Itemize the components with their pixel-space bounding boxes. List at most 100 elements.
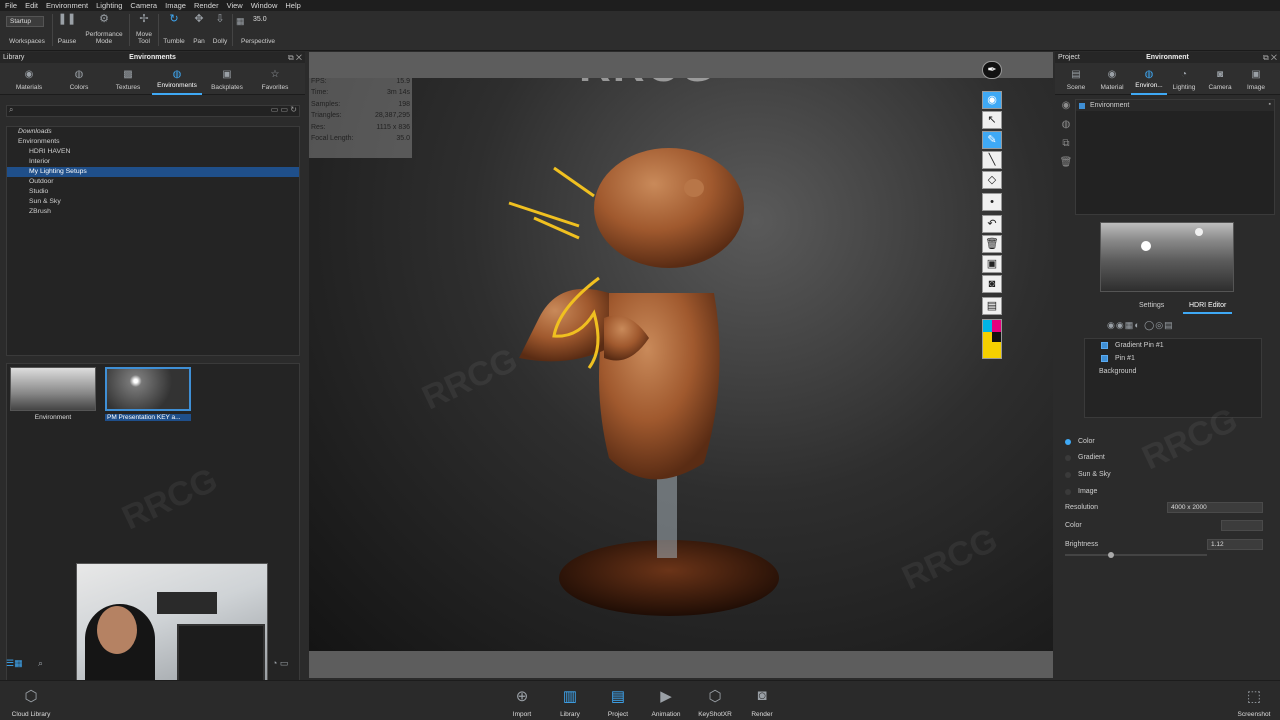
pan-button[interactable]: ✥ Pan	[189, 13, 209, 49]
hdri-pin[interactable]	[1141, 241, 1151, 251]
tab-favorites[interactable]: ☆ Favorites	[254, 63, 296, 95]
library-button[interactable]: ▥ Library	[552, 683, 588, 719]
folder-actions-icon[interactable]: ▭ ▭ ↻	[271, 105, 297, 114]
performance-mode-button[interactable]: ⚙ Performance Mode	[81, 13, 127, 49]
lock-icon[interactable]: ▪	[1269, 101, 1271, 108]
tab-environment[interactable]: ◍ Environ...	[1131, 63, 1167, 95]
menu-view[interactable]: View	[227, 1, 243, 10]
pen-icon[interactable]: ✎	[982, 131, 1002, 149]
menu-lighting[interactable]: Lighting	[96, 1, 122, 10]
undo-icon[interactable]: ↶	[982, 215, 1002, 233]
render-button[interactable]: ◙ Render	[744, 683, 780, 719]
color-swatch-field[interactable]	[1221, 520, 1263, 531]
tab-camera[interactable]: ◙ Camera	[1205, 63, 1235, 95]
delete-icon[interactable]: 🗑	[1059, 157, 1073, 176]
tree-item-interior[interactable]: Interior	[7, 157, 299, 167]
subtab-settings[interactable]: Settings	[1133, 300, 1170, 314]
brightness-slider-handle[interactable]	[1107, 552, 1114, 558]
checkbox-icon[interactable]	[1101, 355, 1108, 362]
color-palette-icon[interactable]	[982, 319, 1002, 359]
bg-option-image[interactable]: Image	[1065, 486, 1097, 498]
pin-row-gradient[interactable]: Gradient Pin #1	[1085, 339, 1261, 352]
resolution-field[interactable]: 4000 x 2000	[1167, 502, 1263, 513]
hdri-preview[interactable]	[1100, 222, 1234, 292]
tree-item-my-lighting-setups[interactable]: My Lighting Setups	[7, 167, 299, 177]
zoom-icon[interactable]: ⌕	[38, 658, 43, 669]
camera-icon[interactable]: ◙	[982, 275, 1002, 293]
move-tool-button[interactable]: ✢ Move Tool	[131, 13, 157, 49]
pin-row-pin1[interactable]: Pin #1	[1085, 352, 1261, 365]
upload-icon[interactable]: ◔ ▭	[272, 658, 288, 669]
menu-image[interactable]: Image	[165, 1, 186, 10]
tab-environments[interactable]: ◍ Environments	[152, 63, 202, 95]
import-button[interactable]: ⊕ Import	[504, 683, 540, 719]
menu-window[interactable]: Window	[251, 1, 278, 10]
hdri-gradient-pin[interactable]	[1195, 228, 1203, 236]
line-icon[interactable]: ╲	[982, 151, 1002, 169]
stat-resolution: Res: 1115 x 836	[311, 123, 410, 131]
tree-item-sun-sky[interactable]: Sun & Sky	[7, 197, 299, 207]
bg-option-gradient[interactable]: Gradient	[1065, 452, 1105, 464]
panel-close-icon[interactable]: ⧉ ✕	[288, 52, 302, 63]
pause-button[interactable]: ❚❚ Pause	[54, 13, 80, 49]
tree-item-downloads[interactable]: Downloads	[7, 127, 299, 137]
brightness-field[interactable]: 1.12	[1207, 539, 1263, 550]
bg-option-color[interactable]: Color	[1065, 436, 1095, 448]
screenshot-button[interactable]: ⬚ Screenshot	[1232, 683, 1276, 719]
tab-textures[interactable]: ▩ Textures	[106, 63, 150, 95]
tab-lighting[interactable]: ◔ Lighting	[1169, 63, 1199, 95]
tab-materials[interactable]: ◉ Materials	[8, 63, 50, 95]
tree-item-hdri-haven[interactable]: HDRI HAVEN	[7, 147, 299, 157]
cloud-library-button[interactable]: ⬡ Cloud Library	[8, 683, 54, 719]
tab-image[interactable]: ▣ Image	[1241, 63, 1271, 95]
checkbox-icon[interactable]	[1101, 342, 1108, 349]
menu-help[interactable]: Help	[285, 1, 300, 10]
duplicate-icon[interactable]: ⧉	[1059, 138, 1073, 157]
tree-item-zbrush[interactable]: ZBrush	[7, 207, 299, 217]
menu-edit[interactable]: Edit	[25, 1, 38, 10]
dolly-button[interactable]: ⇩ Dolly	[209, 13, 231, 49]
trash-icon[interactable]: 🗑	[982, 235, 1002, 253]
brightness-slider[interactable]	[1065, 552, 1207, 558]
dot-icon[interactable]: •	[982, 193, 1002, 211]
workspaces-button[interactable]: Workspaces	[4, 13, 50, 49]
menu-environment[interactable]: Environment	[46, 1, 88, 10]
pen-logo-icon[interactable]: ✒	[982, 61, 1002, 79]
keyshotxr-button[interactable]: ⬡ KeyShotXR	[692, 683, 738, 719]
tab-backplates[interactable]: ▣ Backplates	[206, 63, 248, 95]
pm-presentation-thumbnail[interactable]	[105, 367, 191, 411]
tab-label: Material	[1100, 84, 1124, 91]
realtime-render[interactable]: RRCG	[309, 78, 1053, 651]
environment-list-item[interactable]: Environment ▪	[1076, 100, 1274, 111]
environment-thumbnail[interactable]	[10, 367, 96, 411]
project-button[interactable]: ▤ Project	[600, 683, 636, 719]
tree-item-environments[interactable]: Environments	[7, 137, 299, 147]
view-mode-icon[interactable]: ☰▦	[6, 658, 23, 669]
pin-row-background[interactable]: Background	[1085, 365, 1261, 378]
perspective-button[interactable]: Perspective	[236, 13, 280, 49]
render-viewport[interactable]: RRCG FPS:15.9 Time:3m 14s Samples:198 Tr…	[309, 52, 1053, 678]
animation-button[interactable]: ▶ Animation	[646, 683, 686, 719]
tree-item-outdoor[interactable]: Outdoor	[7, 177, 299, 187]
tab-scene[interactable]: ▤ Scene	[1061, 63, 1091, 95]
cursor-icon[interactable]: ↖	[982, 111, 1002, 129]
clipboard-icon[interactable]: ▤	[982, 297, 1002, 315]
tab-colors[interactable]: ◍ Colors	[58, 63, 100, 95]
eraser-icon[interactable]: ◇	[982, 171, 1002, 189]
add-environment-icon[interactable]: ◉	[1059, 100, 1073, 119]
bg-option-sun-sky[interactable]: Sun & Sky	[1065, 469, 1111, 481]
menu-file[interactable]: File	[5, 1, 17, 10]
menu-render[interactable]: Render	[194, 1, 219, 10]
panel-close-icon[interactable]: ⧉ ✕	[1263, 52, 1277, 63]
library-search-input[interactable]: ⌕ ▭ ▭ ↻	[6, 105, 300, 117]
subtab-hdri-editor[interactable]: HDRI Editor	[1183, 300, 1233, 314]
wall-frames	[157, 592, 217, 614]
tumble-button[interactable]: ↻ Tumble	[160, 13, 188, 49]
eye-icon[interactable]: ◉	[982, 91, 1002, 109]
tab-material[interactable]: ◉ Material	[1097, 63, 1127, 95]
board-icon[interactable]: ▣	[982, 255, 1002, 273]
menu-camera[interactable]: Camera	[130, 1, 157, 10]
pin-tools-icon[interactable]: ◉◉▦◐ ◯◎▤	[1107, 320, 1174, 331]
globe-icon[interactable]: ◍	[1059, 119, 1073, 138]
tree-item-studio[interactable]: Studio	[7, 187, 299, 197]
